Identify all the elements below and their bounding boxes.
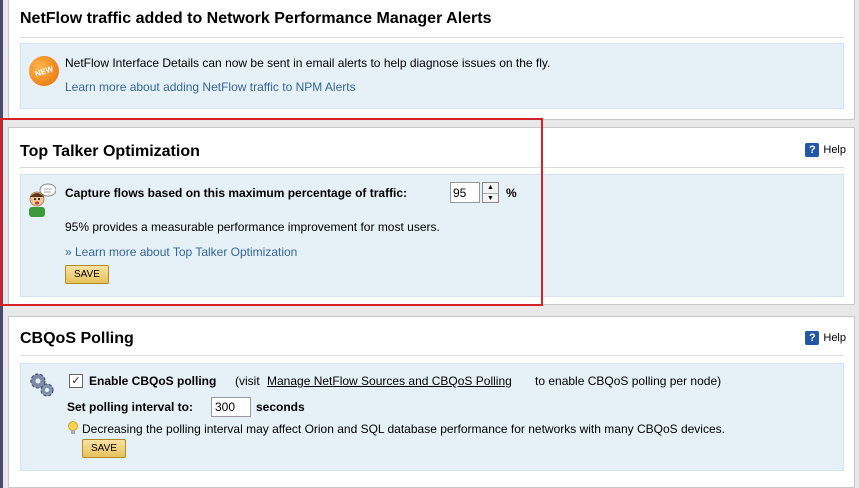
- polling-warning: Decreasing the polling interval may affe…: [82, 422, 725, 436]
- cbqos-help-link[interactable]: ? Help: [805, 331, 846, 345]
- left-rail: [0, 0, 3, 488]
- help-icon: ?: [805, 143, 820, 157]
- polling-interval-input[interactable]: [211, 397, 251, 417]
- gears-icon: [27, 370, 57, 400]
- top-talker-note: 95% provides a measurable performance im…: [65, 220, 440, 234]
- divider: [20, 355, 844, 356]
- top-talker-learn-more-link[interactable]: » Learn more about Top Talker Optimizati…: [65, 245, 297, 259]
- top-talker-info-box: Capture flows based on this maximum perc…: [20, 174, 844, 297]
- cbqos-info-box: ✓ Enable CBQoS polling (visit Manage Net…: [20, 363, 844, 471]
- top-talker-save-button[interactable]: SAVE: [65, 265, 109, 284]
- netflow-alerts-learn-more-link[interactable]: Learn more about adding NetFlow traffic …: [65, 80, 356, 94]
- capture-percentage-input[interactable]: [450, 182, 480, 203]
- capture-unit: %: [506, 186, 517, 200]
- spin-down-icon[interactable]: ▼: [483, 194, 498, 203]
- cbqos-visit-prefix: (visit: [235, 374, 260, 388]
- new-badge-icon: NEW: [25, 52, 63, 90]
- help-label: Help: [823, 144, 846, 156]
- enable-cbqos-label: Enable CBQoS polling: [89, 374, 217, 388]
- new-badge-text: NEW: [33, 63, 55, 79]
- top-talker-help-link[interactable]: ? Help: [805, 143, 846, 157]
- manage-netflow-sources-link[interactable]: Manage NetFlow Sources and CBQoS Polling: [267, 374, 512, 388]
- help-icon: ?: [805, 331, 820, 345]
- capture-spinner[interactable]: ▲ ▼: [482, 182, 499, 203]
- netflow-alerts-panel: NetFlow traffic added to Network Perform…: [8, 0, 855, 120]
- cbqos-panel: CBQoS Polling ? Help ✓ Enable CBQoS poll…: [8, 316, 855, 488]
- checkbox-icon[interactable]: ✓: [69, 374, 83, 388]
- help-label: Help: [823, 332, 846, 344]
- top-talker-panel: Top Talker Optimization ? Help Capture f…: [8, 127, 855, 305]
- spin-up-icon[interactable]: ▲: [483, 183, 498, 194]
- cbqos-save-button[interactable]: SAVE: [82, 439, 126, 458]
- talker-avatar-icon: [26, 183, 57, 217]
- netflow-alerts-title: NetFlow traffic added to Network Perform…: [20, 10, 492, 27]
- netflow-alerts-description: NetFlow Interface Details can now be sen…: [65, 56, 551, 70]
- polling-interval-unit: seconds: [256, 400, 305, 414]
- top-talker-title: Top Talker Optimization: [20, 143, 200, 160]
- divider: [20, 37, 844, 38]
- polling-interval-label: Set polling interval to:: [67, 400, 194, 414]
- cbqos-visit-suffix: to enable CBQoS polling per node): [535, 374, 722, 388]
- lightbulb-icon: [68, 421, 78, 435]
- divider: [20, 167, 844, 168]
- capture-label: Capture flows based on this maximum perc…: [65, 186, 408, 200]
- netflow-alerts-info-box: NEW NetFlow Interface Details can now be…: [20, 43, 844, 109]
- cbqos-title: CBQoS Polling: [20, 330, 134, 347]
